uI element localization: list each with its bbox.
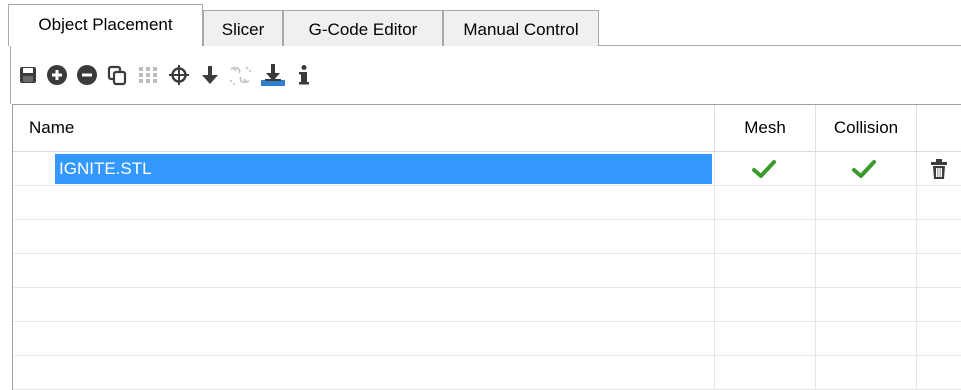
tab-strip: Object Placement Slicer G-Code Editor Ma… [0, 0, 961, 46]
object-list-grid[interactable]: Name Mesh Collision IGNITE.STL [12, 104, 961, 390]
trash-icon[interactable] [930, 158, 948, 180]
tab-label: G-Code Editor [308, 20, 418, 39]
mesh-ok-check-icon [752, 160, 776, 178]
tab-object-placement[interactable]: Object Placement [8, 4, 203, 46]
tab-label: Slicer [221, 20, 265, 39]
empty-row [13, 220, 961, 254]
empty-row [13, 356, 961, 390]
remove-icon[interactable] [74, 62, 100, 88]
object-name-cell[interactable]: IGNITE.STL [55, 154, 712, 184]
land-icon[interactable] [258, 62, 288, 88]
tab-label: Object Placement [38, 15, 173, 34]
center-icon[interactable] [166, 62, 192, 88]
tab-label: Manual Control [463, 20, 579, 39]
grid-icon[interactable] [135, 62, 161, 88]
table-row[interactable]: IGNITE.STL [13, 152, 961, 186]
add-icon[interactable] [44, 62, 70, 88]
save-icon[interactable] [15, 62, 41, 88]
empty-row [13, 186, 961, 220]
column-header-mesh[interactable]: Mesh [715, 105, 815, 151]
copy-icon[interactable] [104, 62, 130, 88]
tab-gcode-editor[interactable]: G-Code Editor [283, 10, 443, 46]
object-toolbar [10, 46, 961, 104]
empty-row [13, 288, 961, 322]
info-icon[interactable] [291, 62, 317, 88]
cut-icon[interactable] [227, 62, 253, 88]
empty-row [13, 254, 961, 288]
column-header-collision[interactable]: Collision [816, 105, 916, 151]
grid-header: Name Mesh Collision [13, 105, 961, 152]
column-header-name[interactable]: Name [29, 105, 709, 151]
arrow-down-icon[interactable] [197, 62, 223, 88]
tab-slicer[interactable]: Slicer [203, 10, 283, 46]
empty-row [13, 322, 961, 356]
collision-ok-check-icon [852, 160, 876, 178]
column-separator [916, 105, 917, 151]
tab-manual-control[interactable]: Manual Control [443, 10, 599, 46]
